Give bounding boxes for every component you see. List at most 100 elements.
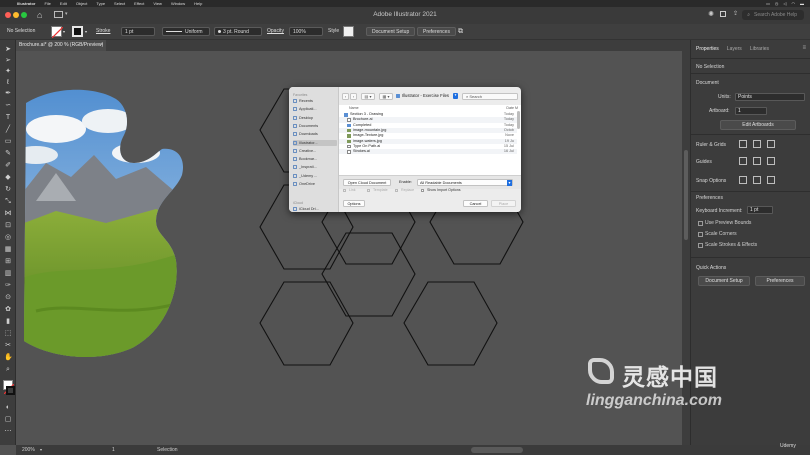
- stroke-weight-field[interactable]: 1 pt: [121, 27, 155, 36]
- tab-libraries[interactable]: Libraries: [750, 46, 769, 56]
- use-preview-bounds-checkbox[interactable]: [698, 221, 703, 226]
- zoom-tool-icon[interactable]: ⌕: [4, 366, 12, 373]
- artboard-navigator[interactable]: 1: [112, 447, 115, 453]
- dialog-search-field[interactable]: ⌕ Search: [462, 93, 518, 100]
- drawing-modes-icon[interactable]: ◐: [4, 404, 12, 411]
- snap-pixel-icon[interactable]: [767, 176, 775, 184]
- menu-help[interactable]: Help: [194, 1, 202, 6]
- style-swatch[interactable]: [343, 26, 354, 37]
- sidebar-item[interactable]: Desktop: [293, 115, 337, 121]
- sidebar-item[interactable]: Downloads: [293, 131, 337, 137]
- sidebar-item-icloud[interactable]: iCloud Dri...: [293, 206, 337, 212]
- mountain-image[interactable]: [16, 81, 196, 371]
- sidebar-item[interactable]: Applicati...: [293, 106, 337, 112]
- menu-select[interactable]: Select: [114, 1, 125, 6]
- hexagon-shape[interactable]: [259, 281, 354, 366]
- curvature-tool-icon[interactable]: ∽: [4, 102, 12, 109]
- document-setup-button[interactable]: Document Setup: [366, 27, 416, 36]
- gradient-tool-icon[interactable]: ▥: [4, 270, 12, 277]
- close-tab-icon[interactable]: ×: [100, 40, 103, 51]
- sidebar-item[interactable]: Creative...: [293, 148, 337, 154]
- brush-definition[interactable]: 3 pt. Round: [214, 27, 262, 36]
- sidebar-item[interactable]: Recents: [293, 98, 337, 104]
- pen-tool-icon[interactable]: ✒: [4, 90, 12, 97]
- battery-icon[interactable]: ▬: [800, 1, 804, 6]
- file-row[interactable]: Strokes.ai 16 Jul: [339, 149, 517, 155]
- snap-point-icon[interactable]: [739, 176, 747, 184]
- sound-icon[interactable]: ◁: [783, 1, 786, 6]
- wifi-icon[interactable]: ◠: [792, 1, 796, 6]
- screen-icon[interactable]: ▭: [766, 1, 770, 6]
- sidebar-item[interactable]: _Udemy ...: [293, 173, 337, 179]
- lightbulb-icon[interactable]: ✺: [708, 10, 714, 18]
- column-graph-icon[interactable]: ▮: [4, 318, 12, 325]
- eyedropper-icon[interactable]: ✑: [4, 282, 12, 289]
- direct-selection-tool-icon[interactable]: ➢: [4, 57, 12, 64]
- keyboard-increment-field[interactable]: 1 pt: [747, 206, 773, 214]
- mesh-tool-icon[interactable]: ⊞: [4, 258, 12, 265]
- width-tool-icon[interactable]: ⋈: [4, 210, 12, 217]
- stroke-label[interactable]: Stroke: [96, 27, 110, 36]
- date-column-header[interactable]: Date M: [506, 105, 518, 111]
- fill-swatch[interactable]: [51, 26, 64, 39]
- search-help-input[interactable]: Search Adobe Help: [742, 10, 804, 20]
- options-button[interactable]: Options: [343, 200, 365, 207]
- name-column-header[interactable]: Name: [349, 105, 359, 111]
- sidebar-item[interactable]: Documents: [293, 123, 337, 129]
- menu-effect[interactable]: Effect: [134, 1, 144, 6]
- edit-artboards-button[interactable]: Edit Artboards: [720, 120, 796, 130]
- share-icon[interactable]: ⇪: [733, 10, 738, 17]
- pixel-grid-icon[interactable]: [767, 140, 775, 148]
- place-button[interactable]: Place: [491, 200, 516, 207]
- stroke-dropdown-icon[interactable]: ▾: [85, 27, 87, 36]
- group-button[interactable]: ▦ ▾: [379, 93, 393, 100]
- sidebar-item[interactable]: Bookmar...: [293, 156, 337, 162]
- hand-tool-icon[interactable]: ✋: [4, 354, 13, 361]
- stroke-widget[interactable]: [6, 386, 15, 395]
- units-select[interactable]: Points: [735, 93, 805, 101]
- guides-show-icon[interactable]: [739, 157, 747, 165]
- stroke-swatch[interactable]: [72, 26, 83, 37]
- guides-lock-icon[interactable]: [753, 157, 761, 165]
- back-button[interactable]: ‹: [342, 93, 349, 100]
- free-transform-icon[interactable]: ⊡: [4, 222, 12, 229]
- enable-select[interactable]: All Readable Documents ▾: [417, 179, 513, 186]
- open-cloud-document-button[interactable]: Open Cloud Document: [343, 179, 391, 186]
- paintbrush-icon[interactable]: ✎: [4, 150, 12, 157]
- variable-width-profile[interactable]: Uniform: [162, 27, 210, 36]
- quick-document-setup-button[interactable]: Document Setup: [698, 276, 750, 286]
- slice-tool-icon[interactable]: ✂: [4, 342, 12, 349]
- scale-strokes-checkbox[interactable]: [698, 243, 703, 248]
- clock-icon[interactable]: ◷: [775, 1, 779, 6]
- hexagon-shape[interactable]: [403, 281, 498, 366]
- zoom-level[interactable]: 200%: [22, 447, 35, 453]
- grid-icon[interactable]: [753, 140, 761, 148]
- menu-window[interactable]: Window: [171, 1, 185, 6]
- preferences-button[interactable]: Preferences: [417, 27, 456, 36]
- scale-corners-checkbox[interactable]: [698, 232, 703, 237]
- opacity-field[interactable]: 100%: [289, 27, 323, 36]
- replace-checkbox[interactable]: [395, 189, 398, 192]
- arrange-documents-icon[interactable]: ⧉: [458, 27, 463, 36]
- sidebar-item[interactable]: Illustrator...: [293, 139, 337, 146]
- magic-wand-icon[interactable]: ✦: [4, 68, 12, 75]
- menu-object[interactable]: Object: [76, 1, 88, 6]
- blend-tool-icon[interactable]: ⊙: [4, 294, 12, 301]
- horizontal-scroll-thumb[interactable]: [471, 447, 523, 453]
- scroll-thumb[interactable]: [684, 150, 688, 240]
- show-import-checkbox[interactable]: [421, 189, 424, 192]
- zoom-dropdown-icon[interactable]: ▾: [40, 447, 42, 452]
- shape-builder-icon[interactable]: ◎: [4, 234, 12, 241]
- document-tab[interactable]: Brochure.ai* @ 200 % (RGB/Preview) ×: [16, 40, 106, 51]
- lasso-icon[interactable]: ℓ: [4, 79, 12, 86]
- selection-tool-icon[interactable]: ➤: [4, 46, 12, 53]
- type-tool-icon[interactable]: T: [4, 114, 12, 121]
- tab-properties[interactable]: Properties: [696, 46, 719, 56]
- opacity-label[interactable]: Opacity: [267, 27, 284, 36]
- edit-toolbar-icon[interactable]: ⋯: [4, 428, 12, 435]
- location-title[interactable]: Illustrator - Exercise Files: [402, 93, 449, 98]
- file-list-scrollbar[interactable]: [517, 111, 520, 129]
- symbol-sprayer-icon[interactable]: ✿: [4, 306, 12, 313]
- panel-menu-icon[interactable]: ≡: [802, 45, 806, 51]
- line-tool-icon[interactable]: ╱: [4, 126, 12, 133]
